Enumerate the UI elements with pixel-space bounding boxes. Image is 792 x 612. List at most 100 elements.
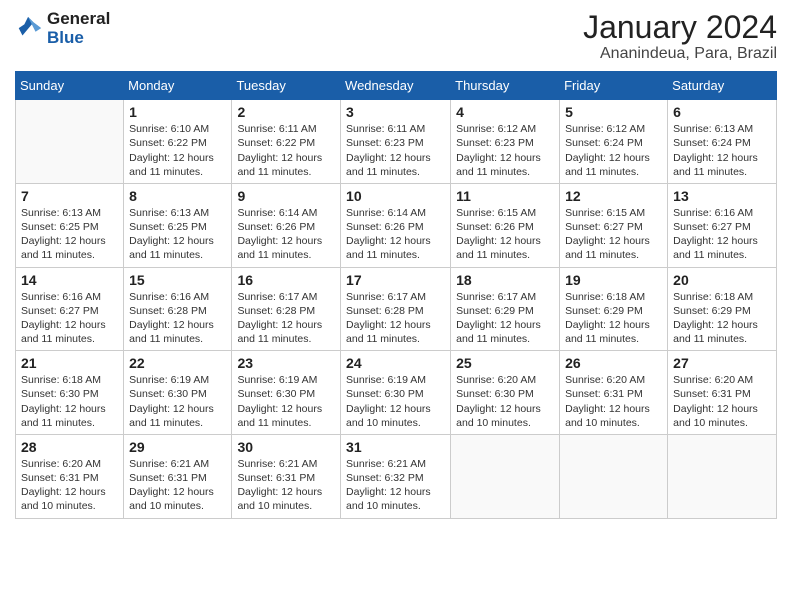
calendar-cell: [560, 434, 668, 518]
calendar-cell: 3Sunrise: 6:11 AMSunset: 6:23 PMDaylight…: [341, 100, 451, 184]
day-number: 21: [21, 355, 118, 371]
calendar-cell: 2 Sunrise: 6:11 AMSunset: 6:22 PMDaylight…: [232, 100, 341, 184]
calendar-cell: 31 Sunrise: 6:21 AMSunset: 6:32 PMDayligh…: [341, 434, 451, 518]
day-info: Sunrise: 6:21 AMSunset: 6:31 PMDaylight:…: [129, 457, 226, 514]
day-number: 26: [565, 355, 662, 371]
day-info: Sunrise: 6:18 AMSunset: 6:29 PMDaylight:…: [673, 290, 771, 347]
day-number: 14: [21, 272, 118, 288]
day-info: Sunrise: 6:19 AMSunset: 6:30 PMDaylight:…: [237, 373, 335, 430]
calendar-table: SundayMondayTuesdayWednesdayThursdayFrid…: [15, 71, 777, 518]
calendar-cell: 7Sunrise: 6:13 AMSunset: 6:25 PMDaylight…: [16, 183, 124, 267]
day-number: 31: [346, 439, 445, 455]
day-number: 15: [129, 272, 226, 288]
day-info: Sunrise: 6:20 AMSunset: 6:31 PMDaylight:…: [21, 457, 118, 514]
calendar-cell: 14 Sunrise: 6:16 AMSunset: 6:27 PMDayligh…: [16, 267, 124, 351]
day-number: 1: [129, 104, 226, 120]
day-info: Sunrise: 6:15 AMSunset: 6:27 PMDaylight:…: [565, 206, 662, 263]
calendar-cell: 19Sunrise: 6:18 AMSunset: 6:29 PMDayligh…: [560, 267, 668, 351]
day-info: Sunrise: 6:19 AMSunset: 6:30 PMDaylight:…: [129, 373, 226, 430]
calendar-cell: 13Sunrise: 6:16 AMSunset: 6:27 PMDayligh…: [668, 183, 777, 267]
day-number: 18: [456, 272, 554, 288]
calendar-cell: 17Sunrise: 6:17 AMSunset: 6:28 PMDayligh…: [341, 267, 451, 351]
day-info: Sunrise: 6:16 AMSunset: 6:28 PMDaylight:…: [129, 290, 226, 347]
day-number: 16: [237, 272, 335, 288]
day-info: Sunrise: 6:11 AMSunset: 6:22 PMDaylight:…: [237, 122, 335, 179]
calendar-cell: 27 Sunrise: 6:20 AMSunset: 6:31 PMDayligh…: [668, 351, 777, 435]
calendar-cell: 12 Sunrise: 6:15 AMSunset: 6:27 PMDayligh…: [560, 183, 668, 267]
calendar-cell: 24Sunrise: 6:19 AMSunset: 6:30 PMDayligh…: [341, 351, 451, 435]
calendar-cell: 6 Sunrise: 6:13 AMSunset: 6:24 PMDaylight…: [668, 100, 777, 184]
calendar-cell: 22Sunrise: 6:19 AMSunset: 6:30 PMDayligh…: [124, 351, 232, 435]
day-number: 23: [237, 355, 335, 371]
logo-text-blue: Blue: [47, 29, 110, 48]
day-number: 12: [565, 188, 662, 204]
day-number: 20: [673, 272, 771, 288]
day-number: 6: [673, 104, 771, 120]
day-number: 28: [21, 439, 118, 455]
calendar-cell: [668, 434, 777, 518]
calendar-cell: [451, 434, 560, 518]
calendar-cell: 4 Sunrise: 6:12 AMSunset: 6:23 PMDaylight…: [451, 100, 560, 184]
calendar-cell: 30Sunrise: 6:21 AMSunset: 6:31 PMDayligh…: [232, 434, 341, 518]
day-info: Sunrise: 6:14 AMSunset: 6:26 PMDaylight:…: [346, 206, 445, 263]
week-row-1: 1 Sunrise: 6:10 AMSunset: 6:22 PMDaylight…: [16, 100, 777, 184]
calendar-cell: 8 Sunrise: 6:13 AMSunset: 6:25 PMDaylight…: [124, 183, 232, 267]
day-number: 5: [565, 104, 662, 120]
logo-icon: [15, 15, 43, 43]
day-number: 19: [565, 272, 662, 288]
day-info: Sunrise: 6:18 AMSunset: 6:30 PMDaylight:…: [21, 373, 118, 430]
weekday-header-saturday: Saturday: [668, 72, 777, 100]
day-info: Sunrise: 6:20 AMSunset: 6:31 PMDaylight:…: [673, 373, 771, 430]
calendar-cell: 5Sunrise: 6:12 AMSunset: 6:24 PMDaylight…: [560, 100, 668, 184]
calendar-cell: 25Sunrise: 6:20 AMSunset: 6:30 PMDayligh…: [451, 351, 560, 435]
day-number: 2: [237, 104, 335, 120]
weekday-header-friday: Friday: [560, 72, 668, 100]
day-info: Sunrise: 6:16 AMSunset: 6:27 PMDaylight:…: [21, 290, 118, 347]
day-number: 25: [456, 355, 554, 371]
day-number: 3: [346, 104, 445, 120]
calendar-cell: 29 Sunrise: 6:21 AMSunset: 6:31 PMDayligh…: [124, 434, 232, 518]
page: General Blue January 2024 Ananindeua, Pa…: [0, 0, 792, 612]
day-info: Sunrise: 6:13 AMSunset: 6:24 PMDaylight:…: [673, 122, 771, 179]
day-info: Sunrise: 6:17 AMSunset: 6:29 PMDaylight:…: [456, 290, 554, 347]
calendar-cell: 15 Sunrise: 6:16 AMSunset: 6:28 PMDayligh…: [124, 267, 232, 351]
week-row-2: 7Sunrise: 6:13 AMSunset: 6:25 PMDaylight…: [16, 183, 777, 267]
weekday-header-row: SundayMondayTuesdayWednesdayThursdayFrid…: [16, 72, 777, 100]
day-number: 13: [673, 188, 771, 204]
calendar-cell: 11 Sunrise: 6:15 AMSunset: 6:26 PMDayligh…: [451, 183, 560, 267]
weekday-header-wednesday: Wednesday: [341, 72, 451, 100]
day-info: Sunrise: 6:19 AMSunset: 6:30 PMDaylight:…: [346, 373, 445, 430]
month-title: January 2024: [583, 10, 777, 45]
day-info: Sunrise: 6:13 AMSunset: 6:25 PMDaylight:…: [129, 206, 226, 263]
week-row-3: 14 Sunrise: 6:16 AMSunset: 6:27 PMDayligh…: [16, 267, 777, 351]
week-row-4: 21 Sunrise: 6:18 AMSunset: 6:30 PMDayligh…: [16, 351, 777, 435]
day-info: Sunrise: 6:14 AMSunset: 6:26 PMDaylight:…: [237, 206, 335, 263]
day-number: 11: [456, 188, 554, 204]
calendar-cell: 21 Sunrise: 6:18 AMSunset: 6:30 PMDayligh…: [16, 351, 124, 435]
calendar-cell: 1 Sunrise: 6:10 AMSunset: 6:22 PMDaylight…: [124, 100, 232, 184]
week-row-5: 28 Sunrise: 6:20 AMSunset: 6:31 PMDayligh…: [16, 434, 777, 518]
weekday-header-thursday: Thursday: [451, 72, 560, 100]
header: General Blue January 2024 Ananindeua, Pa…: [15, 10, 777, 63]
calendar-cell: 10Sunrise: 6:14 AMSunset: 6:26 PMDayligh…: [341, 183, 451, 267]
day-number: 8: [129, 188, 226, 204]
day-info: Sunrise: 6:12 AMSunset: 6:23 PMDaylight:…: [456, 122, 554, 179]
day-number: 27: [673, 355, 771, 371]
day-number: 30: [237, 439, 335, 455]
day-info: Sunrise: 6:21 AMSunset: 6:32 PMDaylight:…: [346, 457, 445, 514]
calendar-cell: 16Sunrise: 6:17 AMSunset: 6:28 PMDayligh…: [232, 267, 341, 351]
calendar-cell: 23 Sunrise: 6:19 AMSunset: 6:30 PMDayligh…: [232, 351, 341, 435]
day-info: Sunrise: 6:17 AMSunset: 6:28 PMDaylight:…: [346, 290, 445, 347]
day-number: 4: [456, 104, 554, 120]
logo-text-general: General: [47, 10, 110, 29]
day-info: Sunrise: 6:20 AMSunset: 6:31 PMDaylight:…: [565, 373, 662, 430]
weekday-header-tuesday: Tuesday: [232, 72, 341, 100]
calendar-cell: 26 Sunrise: 6:20 AMSunset: 6:31 PMDayligh…: [560, 351, 668, 435]
location-title: Ananindeua, Para, Brazil: [583, 45, 777, 63]
calendar-cell: 9Sunrise: 6:14 AMSunset: 6:26 PMDaylight…: [232, 183, 341, 267]
calendar-cell: 18 Sunrise: 6:17 AMSunset: 6:29 PMDayligh…: [451, 267, 560, 351]
day-info: Sunrise: 6:10 AMSunset: 6:22 PMDaylight:…: [129, 122, 226, 179]
day-number: 29: [129, 439, 226, 455]
day-info: Sunrise: 6:15 AMSunset: 6:26 PMDaylight:…: [456, 206, 554, 263]
day-info: Sunrise: 6:13 AMSunset: 6:25 PMDaylight:…: [21, 206, 118, 263]
